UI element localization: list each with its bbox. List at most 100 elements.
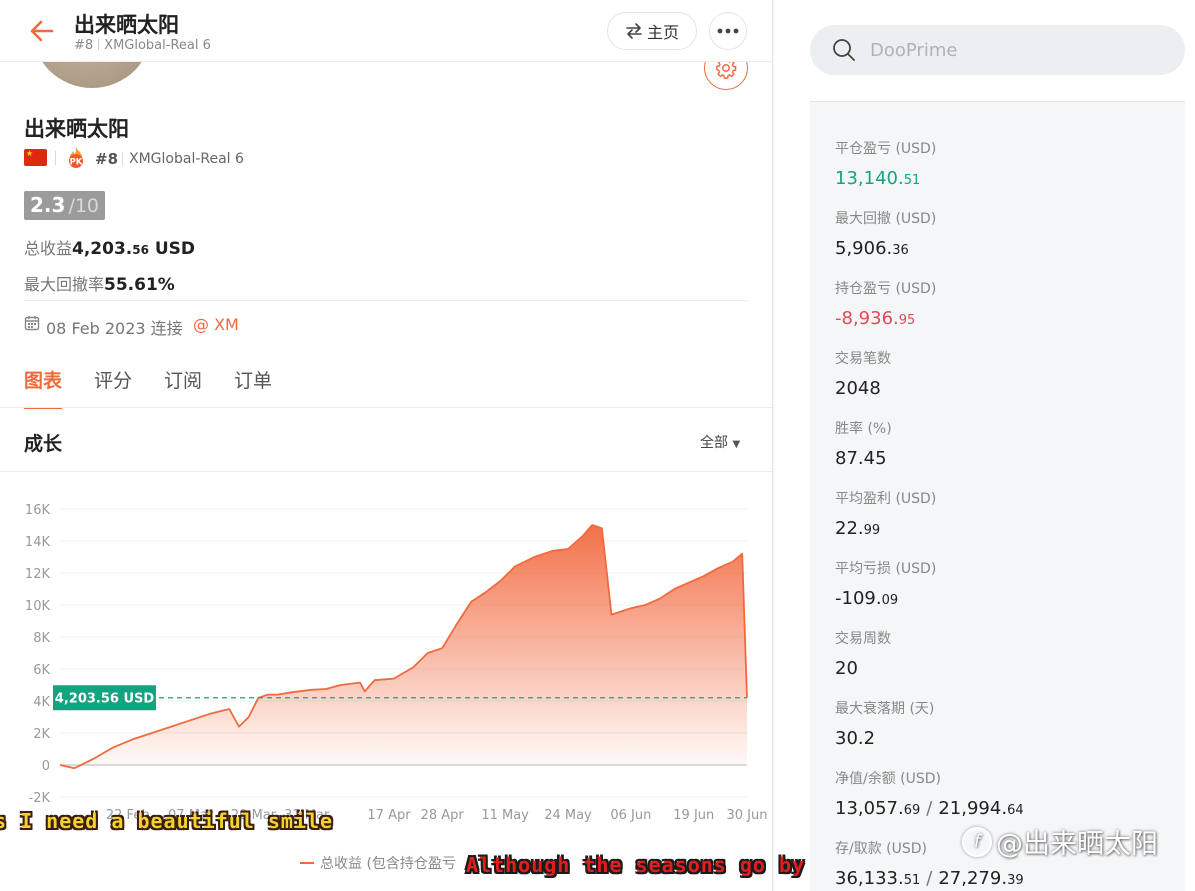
stat-value-main: 30.2: [835, 728, 876, 749]
legend-label: 总收益 (包含持仓盈亏: [320, 856, 456, 872]
home-button[interactable]: 主页: [607, 12, 697, 50]
tab-chart[interactable]: 图表: [24, 366, 63, 409]
stat-value-decimals: 64: [1007, 803, 1024, 818]
search-input[interactable]: [870, 39, 1170, 61]
y-tick-label: 10K: [25, 599, 51, 614]
stat-value: 30.2: [835, 728, 934, 749]
max-drawdown: 最大回撤率55.61%: [24, 271, 175, 295]
y-tick-label: 2K: [33, 727, 50, 742]
stat-separator: /: [926, 798, 933, 819]
stat-item: 平均亏损 (USD) -109.09: [835, 558, 936, 609]
total-profit-label: 总收益: [24, 239, 73, 258]
stat-value: 13,140.51: [835, 168, 936, 189]
x-tick-label: 19 Jun: [673, 808, 714, 823]
stat-label: 交易笔数: [835, 351, 891, 367]
stat-item: 交易笔数 2048: [835, 348, 891, 399]
watermark: f @出来晒太阳: [962, 822, 1158, 861]
range-dropdown[interactable]: 全部 ▼: [700, 432, 740, 452]
china-flag-icon: ★: [24, 149, 47, 166]
stat-item: 胜率 (%) 87.45: [835, 418, 892, 469]
caret-down-icon: ▼: [732, 439, 741, 450]
y-tick-label: 14K: [25, 535, 51, 550]
joined-date: 08 Feb 2023 连接: [46, 319, 183, 338]
stat-item: 持仓盈亏 (USD) -8,936.95: [835, 278, 936, 329]
score-value: 2.3: [30, 193, 66, 217]
y-tick-label: -2K: [29, 791, 51, 806]
range-label: 全部: [700, 435, 728, 451]
max-drawdown-value: 55.61%: [104, 275, 175, 295]
stat-value-decimals: 09: [881, 593, 899, 608]
stat-label: 净值/余额 (USD): [835, 771, 942, 787]
stat-value-main: -109.: [835, 588, 882, 609]
search-bar[interactable]: [810, 25, 1185, 75]
y-tick-label: 12K: [25, 567, 51, 582]
stat-value-main: 13,140.: [835, 168, 904, 189]
total-profit-unit: USD: [148, 239, 196, 259]
pk-flame-icon: PK: [69, 147, 83, 168]
tab-subscribe[interactable]: 订阅: [164, 366, 202, 409]
search-icon: [833, 39, 855, 61]
total-profit: 总收益4,203.56 USD: [24, 235, 195, 259]
home-button-label: 主页: [646, 23, 679, 42]
y-tick-label: 16K: [25, 503, 51, 518]
stat-value-decimals: 51: [903, 173, 921, 188]
stat-value-main: 2048: [835, 378, 881, 399]
stat-label: 平均亏损 (USD): [835, 561, 937, 577]
stat-value: 13,057.69 /21,994.64: [835, 798, 1024, 819]
rank-badge: #8: [95, 150, 119, 168]
more-options-button[interactable]: [709, 12, 747, 50]
total-profit-decimals: 56: [132, 243, 149, 257]
stat-value-decimals: 99: [863, 523, 881, 538]
stat-item: 平仓盈亏 (USD) 13,140.51: [835, 138, 936, 189]
top-bar: 出来晒太阳 #8 XMGlobal-Real 6 主页: [0, 0, 772, 62]
stat-value: -109.09: [835, 588, 936, 609]
tab-rating[interactable]: 评分: [94, 366, 132, 409]
divider: [122, 152, 123, 166]
stats-list: 平仓盈亏 (USD) 13,140.51 最大回撤 (USD) 5,906.36 持仓盈…: [810, 101, 1185, 891]
stat-label: 平仓盈亏 (USD): [835, 141, 937, 157]
score-badge: 2.3 /10: [24, 191, 106, 220]
legend-swatch: [300, 862, 314, 864]
stat-label: 持仓盈亏 (USD): [835, 281, 937, 297]
ellipsis-icon: [717, 28, 739, 34]
current-value-label: 4,203.56 USD: [55, 692, 155, 707]
divider: [24, 300, 748, 301]
x-tick-label: 06 Jun: [610, 808, 651, 823]
watermark-text: @出来晒太阳: [996, 829, 1158, 860]
stat-value: 22.99: [835, 518, 936, 539]
stat-label: 胜率 (%): [835, 421, 892, 437]
stat-value-decimals: 95: [898, 313, 916, 328]
stat-value-decimals: 36: [892, 243, 909, 258]
video-subtitle-line-1: s I need a beautiful smile: [0, 809, 334, 833]
header-rank: #8: [74, 38, 94, 53]
tab-orders[interactable]: 订单: [234, 366, 272, 409]
stat-value-main: 20: [835, 658, 858, 679]
trader-detail-panel: 出来晒太阳 #8 XMGlobal-Real 6 主页 出来晒太阳 ★ PK #8…: [0, 0, 773, 891]
tab-bar: 图表 评分 订阅 订单: [24, 366, 272, 409]
stat-label: 最大回撤 (USD): [835, 211, 937, 227]
x-tick-label: 11 May: [481, 808, 529, 823]
x-tick-label: 24 May: [544, 808, 592, 823]
video-subtitle-line-2: Although the seasons go by: [466, 853, 806, 877]
stats-panel: 平仓盈亏 (USD)13,140.51最大回撤 (USD)5,906.36持仓盈…: [774, 0, 1195, 891]
chart-legend[interactable]: 总收益 (包含持仓盈亏: [300, 853, 456, 873]
stat-value: 2048: [835, 378, 891, 399]
score-max: /10: [68, 195, 100, 217]
stat-value-main: 27,279.: [938, 868, 1008, 889]
stat-item: 最大衰落期 (天) 30.2: [835, 698, 934, 749]
stat-value-main: 21,994.: [938, 798, 1008, 819]
y-tick-label: 0: [42, 759, 50, 774]
calendar-icon: [24, 316, 40, 331]
divider: [0, 407, 772, 408]
stat-value-decimals: 39: [1007, 873, 1024, 888]
max-drawdown-label: 最大回撤率: [24, 275, 105, 294]
growth-chart: -2K02K4K6K8K10K12K14K16K22 Feb 07 Mar 20 M…: [25, 503, 768, 823]
broker-link[interactable]: @ XM: [193, 315, 239, 334]
stat-value: 87.45: [835, 448, 892, 469]
stat-value-main: 87.45: [835, 448, 887, 469]
stat-value-decimals: 69: [903, 803, 921, 818]
header-subtitle: #8 XMGlobal-Real 6: [74, 38, 211, 53]
stat-value-decimals: 51: [903, 873, 921, 888]
back-arrow-icon[interactable]: [28, 17, 56, 45]
total-profit-main: 4,203.: [72, 239, 133, 259]
